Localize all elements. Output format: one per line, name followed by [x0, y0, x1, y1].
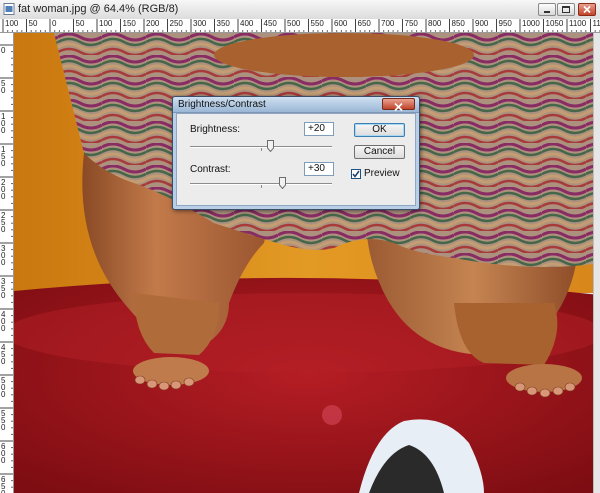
ruler-label: 3 5 0 [1, 277, 6, 300]
ruler-label: 4 5 0 [1, 343, 6, 366]
document-window: fat woman.jpg @ 64.4% (RGB/8) 100 50 0 50 10… [0, 0, 600, 493]
contrast-slider-center-tick [261, 185, 262, 188]
brightness-slider-thumb[interactable] [267, 140, 275, 152]
contrast-input[interactable]: +30 [304, 162, 334, 176]
window-titlebar[interactable]: fat woman.jpg @ 64.4% (RGB/8) [0, 0, 600, 20]
close-icon [583, 5, 591, 14]
ruler-label: 100 [5, 19, 19, 28]
minimize-button[interactable] [538, 3, 556, 16]
brightness-contrast-dialog: Brightness/Contrast Brightness: +20 Cont… [172, 96, 420, 210]
ruler-label: 2 5 0 [1, 211, 6, 234]
ruler-label: 500 [287, 19, 301, 28]
ruler-label: 3 0 0 [1, 244, 6, 267]
ok-button[interactable]: OK [354, 123, 405, 137]
ruler-label: 250 [169, 19, 183, 28]
vertical-scrollbar[interactable] [593, 33, 600, 493]
checkmark-icon [352, 170, 360, 178]
contrast-label: Contrast: [190, 164, 231, 175]
ruler-label: 950 [498, 19, 512, 28]
ruler-label: 1 0 0 [1, 112, 6, 135]
dialog-close-button[interactable] [382, 98, 415, 112]
vertical-ruler[interactable]: 0 5 0 1 0 0 1 5 0 2 0 0 2 5 0 3 0 0 3 5 0 4 0 0 4… [0, 33, 14, 493]
window-title: fat woman.jpg @ 64.4% (RGB/8) [18, 3, 179, 15]
cancel-button[interactable]: Cancel [354, 145, 405, 159]
ruler-label: 150 [122, 19, 136, 28]
ruler-label: 650 [357, 19, 371, 28]
ruler-label: 900 [475, 19, 489, 28]
dialog-title: Brightness/Contrast [178, 99, 266, 110]
ruler-label: 450 [263, 19, 277, 28]
ruler-label: 1 5 0 [1, 145, 6, 168]
dialog-body: Brightness: +20 Contrast: +30 OK Cancel … [176, 113, 416, 206]
ruler-label: 6 5 0 [1, 475, 6, 493]
contrast-slider-thumb[interactable] [279, 177, 287, 189]
ruler-label: 6 0 0 [1, 442, 6, 465]
ruler-label: 2 0 0 [1, 178, 6, 201]
ruler-label: 550 [310, 19, 324, 28]
ruler-label: 200 [146, 19, 160, 28]
maximize-icon [562, 6, 570, 13]
brightness-slider-center-tick [261, 148, 262, 151]
ruler-label: 700 [381, 19, 395, 28]
ruler-label: 5 0 [1, 79, 6, 95]
ruler-label: 0 [1, 46, 6, 55]
horizontal-ruler[interactable]: 100 50 0 50 100 150 200 250 300 350 400 450 500 550 60… [0, 19, 600, 33]
ruler-label: 850 [451, 19, 465, 28]
ruler-label: 400 [240, 19, 254, 28]
ruler-label: 5 0 0 [1, 376, 6, 399]
preview-label: Preview [364, 168, 400, 179]
ruler-label: 0 [52, 19, 57, 28]
minimize-icon [544, 11, 550, 13]
close-button[interactable] [578, 3, 596, 16]
preview-checkbox[interactable] [351, 169, 361, 179]
ruler-label: 350 [216, 19, 230, 28]
ruler-label: 750 [404, 19, 418, 28]
ruler-label: 5 5 0 [1, 409, 6, 432]
dialog-titlebar[interactable]: Brightness/Contrast [173, 97, 419, 113]
photoshop-document-icon [3, 3, 15, 15]
ruler-label: 1000 [522, 19, 540, 28]
ruler-label: 1100 [569, 19, 587, 28]
brightness-input[interactable]: +20 [304, 122, 334, 136]
ruler-label: 600 [334, 19, 348, 28]
maximize-button[interactable] [557, 3, 575, 16]
ruler-label: 50 [28, 19, 38, 28]
ruler-label: 50 [75, 19, 85, 28]
ruler-label: 300 [193, 19, 207, 28]
close-icon [394, 102, 403, 112]
ruler-label: 800 [428, 19, 442, 28]
ruler-label: 1050 [545, 19, 564, 28]
brightness-label: Brightness: [190, 124, 241, 135]
ruler-label: 4 0 0 [1, 310, 6, 333]
ruler-label: 1150 [592, 19, 600, 28]
ruler-label: 100 [99, 19, 113, 28]
